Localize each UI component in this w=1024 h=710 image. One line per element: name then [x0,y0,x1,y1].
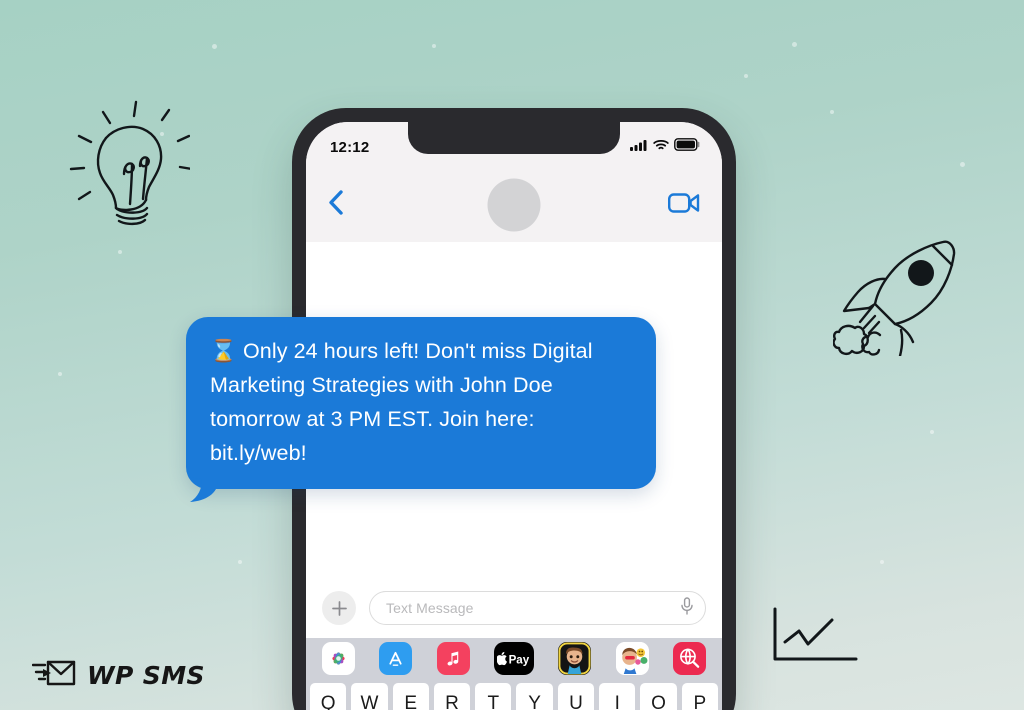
background-speck [744,74,748,78]
onscreen-keyboard: Q W E R T Y U I O P A S D F G H [306,678,722,710]
key-q[interactable]: Q [310,683,347,710]
background-speck [118,250,122,254]
status-bar-time: 12:12 [330,138,370,156]
memoji-stickers-app-icon[interactable] [615,641,649,675]
outgoing-message: ⌛ Only 24 hours left! Don't miss Digital… [186,317,656,502]
key-e[interactable]: E [392,683,429,710]
wp-sms-logo: WP SMS [31,658,205,693]
key-i[interactable]: I [599,683,636,710]
contact-avatar[interactable] [487,178,541,232]
message-text: ⌛ Only 24 hours left! Don't miss Digital… [210,339,593,465]
rocket-illustration [833,232,965,356]
key-p[interactable]: P [681,683,718,710]
background-speck [792,42,797,47]
status-bar-icons [630,138,700,156]
lightbulb-illustration [62,96,190,228]
cellular-signal-icon [630,138,648,156]
message-input-placeholder: Text Message [386,600,474,616]
background-speck [238,560,242,564]
add-attachment-button[interactable] [322,591,356,625]
keyboard-row-1: Q W E R T Y U I O P [310,683,718,710]
background-speck [212,44,217,49]
battery-icon [674,138,700,156]
line-chart-illustration [768,606,860,668]
wp-sms-logo-text: WP SMS [87,661,205,690]
message-bubble-tail [188,477,222,503]
memoji-app-icon[interactable] [558,641,592,675]
conversation-nav-bar [306,168,722,242]
key-r[interactable]: R [433,683,471,710]
key-u[interactable]: U [557,683,595,710]
background-speck [830,110,834,114]
back-button[interactable] [328,189,344,221]
background-speck [880,560,884,564]
photos-app-icon[interactable] [322,641,355,675]
video-call-button[interactable] [668,192,700,219]
image-search-app-icon[interactable] [672,641,706,675]
background-speck [58,372,62,376]
key-y[interactable]: Y [516,683,553,710]
flying-envelope-icon [31,658,76,693]
key-o[interactable]: O [640,683,677,710]
app-store-app-icon[interactable] [379,641,413,675]
background-speck [930,430,934,434]
music-app-icon[interactable] [436,641,470,675]
imessage-app-strip: Pay [306,638,722,678]
message-input-field[interactable]: Text Message [369,591,706,625]
key-t[interactable]: T [475,683,512,710]
phone-notch [408,122,620,154]
apple-pay-app-icon[interactable]: Pay [493,641,534,675]
key-w[interactable]: W [351,683,388,710]
background-speck [960,162,965,167]
message-bubble[interactable]: ⌛ Only 24 hours left! Don't miss Digital… [186,317,656,502]
microphone-icon[interactable] [681,596,693,620]
promo-scene: WP SMS 12:12 Text Message Pay Q W E R T … [0,0,1024,710]
background-speck [432,44,436,48]
wifi-icon [653,138,669,156]
message-composer: Text Message [306,578,722,638]
svg-text:Pay: Pay [509,654,530,666]
